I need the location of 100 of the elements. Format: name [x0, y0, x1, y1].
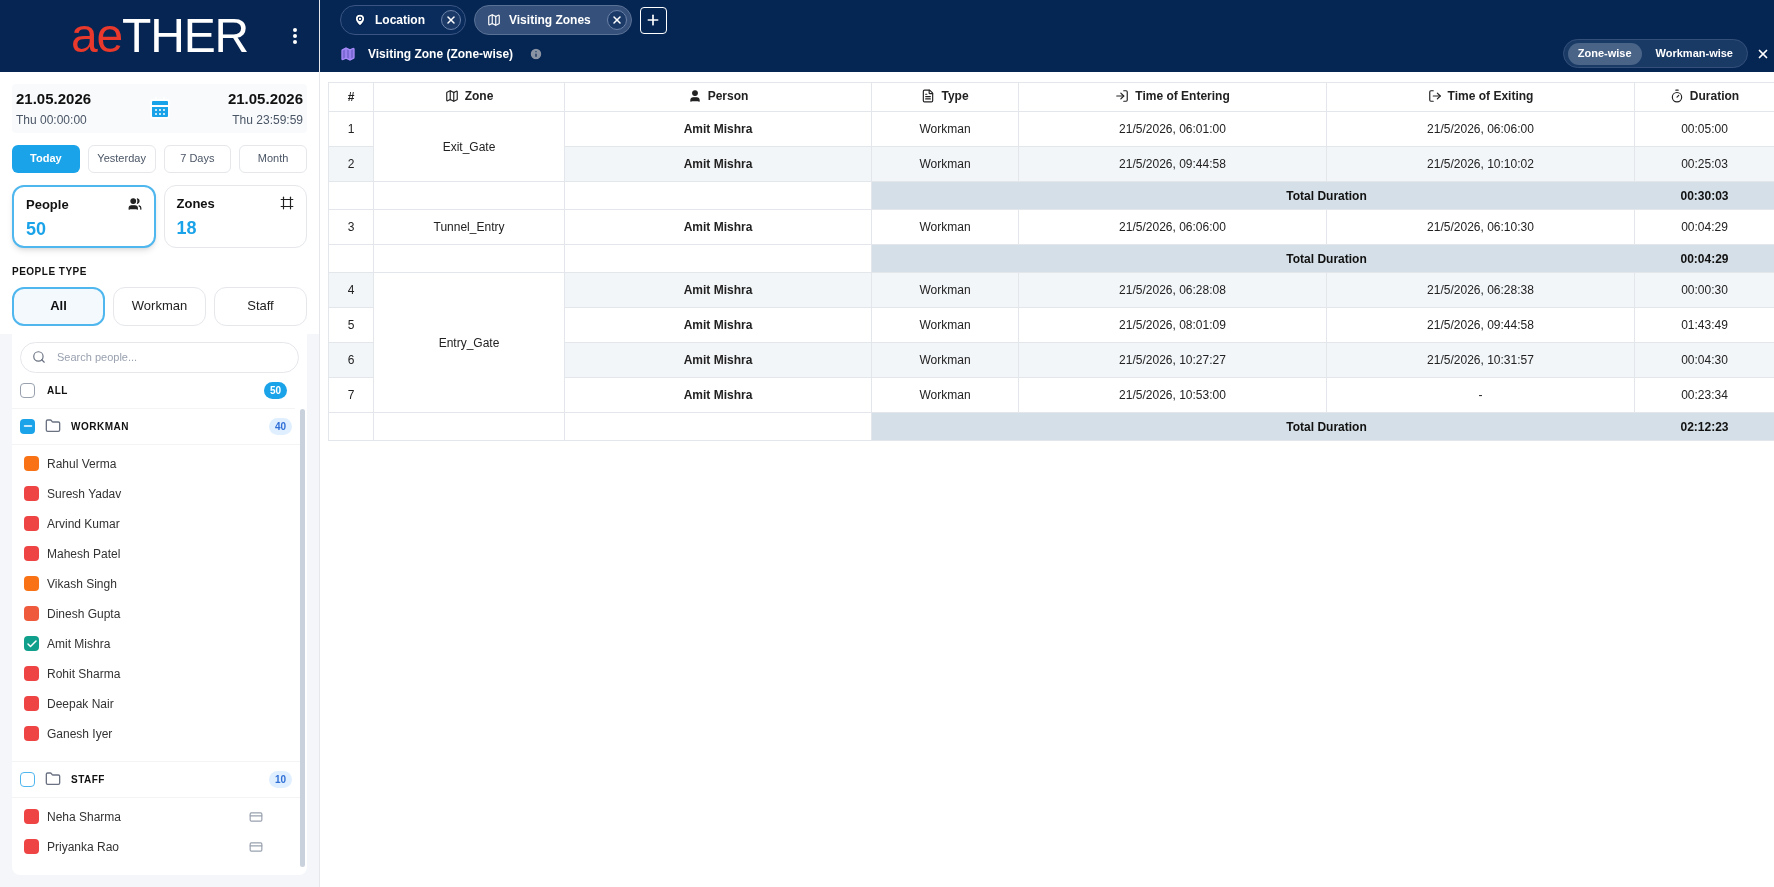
scrollbar[interactable]: [300, 408, 305, 867]
tab[interactable]: Location: [340, 5, 466, 35]
search-icon: [32, 349, 46, 364]
close-icon: [610, 14, 623, 26]
start-time: Thu 00:00:00: [16, 111, 88, 129]
column-label: Type: [941, 87, 969, 105]
section-label: PEOPLE TYPE: [12, 264, 88, 279]
table-cell: -: [1326, 377, 1635, 413]
table-cell: Workman: [871, 209, 1019, 245]
table-cell: 1: [328, 111, 374, 147]
table-cell: Workman: [871, 146, 1019, 182]
person-name: Priyanka Rao: [47, 838, 121, 856]
close-button[interactable]: [441, 10, 461, 30]
table-cell: 01:43:49: [1634, 307, 1774, 343]
zone-cell: Tunnel_Entry: [373, 209, 565, 245]
total-label: Total Duration: [1018, 412, 1635, 441]
pin-icon: [353, 13, 367, 27]
column-label: Duration: [1689, 87, 1740, 105]
toggle-option[interactable]: Workman-wise: [1645, 42, 1743, 65]
type-button[interactable]: Workman: [113, 286, 206, 326]
info-icon[interactable]: [529, 46, 544, 61]
group-checkbox[interactable]: [20, 771, 35, 787]
stat-card[interactable]: Zones 18: [163, 184, 307, 248]
range-button[interactable]: 7 Days: [163, 144, 232, 173]
card-icon: [248, 809, 264, 824]
table-cell: 00:04:29: [1634, 209, 1774, 245]
table-cell: 21/5/2026, 06:28:08: [1018, 272, 1327, 308]
person-name: Mahesh Patel: [47, 545, 122, 563]
table-cell: 4: [328, 272, 374, 308]
table-cell: 21/5/2026, 10:53:00: [1018, 377, 1327, 413]
person-name: Suresh Yadav: [47, 485, 123, 503]
close-button[interactable]: [606, 10, 627, 30]
person-name: Ganesh Iyer: [47, 725, 114, 743]
frame-icon: [280, 196, 294, 211]
person-item[interactable]: Dinesh Gupta: [12, 598, 300, 629]
table-cell: 6: [328, 342, 374, 378]
person-item[interactable]: Amit Mishra: [12, 628, 300, 659]
search-field[interactable]: Search people...: [20, 341, 299, 373]
count-badge: 10: [268, 770, 292, 788]
table-cell: 00:04:30: [1634, 342, 1774, 378]
person-item[interactable]: Rohit Sharma: [12, 658, 300, 689]
map-icon: [487, 13, 501, 27]
person-name: Rohit Sharma: [47, 665, 122, 683]
user-icon: [687, 88, 702, 103]
table-cell: 21/5/2026, 06:06:00: [1326, 111, 1635, 147]
table-cell: Amit Mishra: [564, 272, 872, 308]
total-label: Total Duration: [1018, 181, 1635, 210]
person-name: Amit Mishra: [47, 635, 112, 653]
table-cell: 21/5/2026, 06:06:00: [1018, 209, 1327, 245]
group-label: STAFF: [71, 772, 106, 787]
total-duration: 00:30:03: [1634, 181, 1774, 210]
table-cell: 2: [328, 146, 374, 182]
checkbox-checked[interactable]: [24, 636, 39, 651]
tab[interactable]: Visiting Zones: [474, 5, 632, 35]
zone-cell: Exit_Gate: [373, 111, 565, 182]
table-cell: 21/5/2026, 06:01:00: [1018, 111, 1327, 147]
person-item[interactable]: Mahesh Patel: [12, 538, 300, 569]
person-item[interactable]: Suresh Yadav: [12, 478, 300, 509]
person-item[interactable]: Neha Sharma: [12, 801, 300, 832]
table-cell: 00:05:00: [1634, 111, 1774, 147]
person-item[interactable]: Vikash Singh: [12, 568, 300, 599]
table-cell: 21/5/2026, 10:31:57: [1326, 342, 1635, 378]
add-tab-button[interactable]: [639, 6, 667, 34]
column-label: #: [347, 89, 355, 106]
table-cell: 3: [328, 209, 374, 245]
person-item[interactable]: Ganesh Iyer: [12, 718, 300, 749]
person-name: Dinesh Gupta: [47, 605, 122, 623]
column-label: Person: [707, 87, 749, 105]
zone-cell: Entry_Gate: [373, 272, 565, 413]
logout-icon: [1427, 88, 1442, 103]
person-item[interactable]: Arvind Kumar: [12, 508, 300, 539]
checkbox[interactable]: [20, 382, 35, 398]
stat-value: 50: [26, 218, 48, 241]
folder-icon: [45, 771, 61, 787]
toggle-option[interactable]: Zone-wise: [1567, 42, 1642, 65]
range-button[interactable]: Yesterday: [87, 144, 156, 173]
table-cell: Amit Mishra: [564, 146, 872, 182]
range-button[interactable]: Month: [239, 144, 307, 173]
total-duration: 00:04:29: [1634, 244, 1774, 273]
card-icon: [248, 839, 264, 854]
group-label: WORKMAN: [71, 419, 130, 434]
group-checkbox[interactable]: [20, 418, 35, 434]
table-cell: 21/5/2026, 09:44:58: [1018, 146, 1327, 182]
table-cell: Amit Mishra: [564, 377, 872, 413]
folder-icon: [45, 418, 61, 434]
person-item[interactable]: Deepak Nair: [12, 688, 300, 719]
type-button[interactable]: All: [12, 286, 105, 326]
menu-button[interactable]: [293, 28, 297, 44]
end-time: Thu 23:59:59: [232, 111, 303, 129]
calendar-icon[interactable]: [147, 96, 172, 121]
type-button[interactable]: Staff: [214, 286, 307, 326]
column-label: Zone: [464, 87, 494, 105]
person-item[interactable]: Rahul Verma: [12, 448, 300, 479]
table-cell: 21/5/2026, 10:27:27: [1018, 342, 1327, 378]
stat-card[interactable]: People 50: [12, 184, 156, 248]
table-cell: Amit Mishra: [564, 209, 872, 245]
stat-label: People: [26, 195, 69, 214]
all-label: ALL: [47, 383, 69, 398]
table-cell: 7: [328, 377, 374, 413]
person-item[interactable]: Priyanka Rao: [12, 831, 300, 862]
